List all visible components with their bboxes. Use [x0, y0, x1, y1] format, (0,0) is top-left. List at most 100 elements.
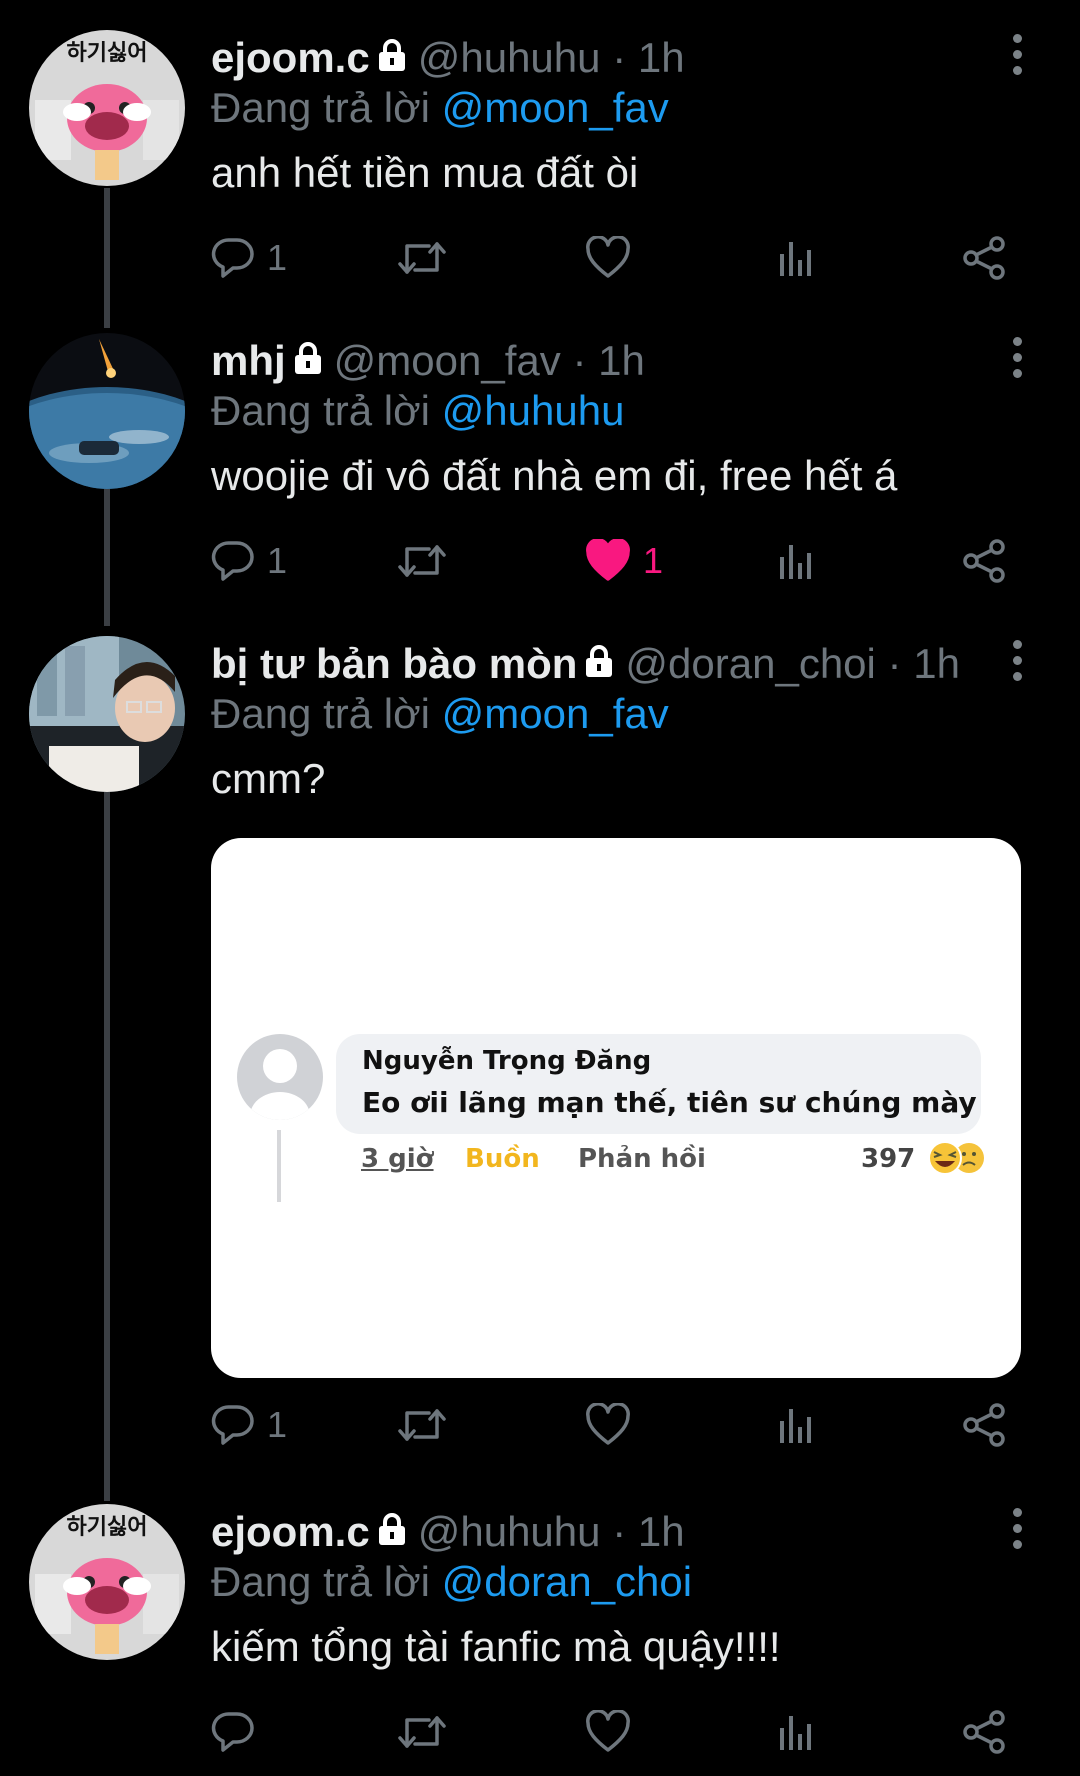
- reply-bubble-icon: [211, 238, 254, 278]
- timestamp[interactable]: 1h: [638, 34, 685, 81]
- retweet-icon: [398, 1409, 446, 1441]
- reply-mention-link[interactable]: @huhuhu: [442, 387, 625, 434]
- analytics-bars-icon: [780, 1409, 811, 1443]
- avatar-image: [29, 333, 185, 489]
- display-name[interactable]: ejoom.c: [211, 34, 370, 81]
- reply-context: Đang trả lời @moon_fav: [211, 686, 669, 742]
- timestamp[interactable]: 1h: [638, 1508, 685, 1555]
- share-button[interactable]: [961, 531, 1009, 591]
- reply-context: Đang trả lời @doran_choi: [211, 1554, 692, 1610]
- retweet-button[interactable]: [397, 531, 447, 591]
- reply-mention-link[interactable]: @doran_choi: [442, 1558, 692, 1605]
- comment-time: 3 giờ: [361, 1144, 434, 1174]
- reply-mention-link[interactable]: @moon_fav: [442, 84, 669, 131]
- like-button[interactable]: [585, 1395, 631, 1455]
- heart-icon: [586, 1710, 630, 1752]
- lock-icon: [376, 30, 408, 86]
- like-button[interactable]: [585, 228, 631, 288]
- timestamp[interactable]: 1h: [913, 640, 960, 687]
- share-icon: [963, 539, 1005, 583]
- avatar-image: 하기싫어: [29, 30, 185, 186]
- reply-bubble-icon: [211, 1712, 254, 1752]
- comment-thread-line: [277, 1130, 281, 1202]
- more-vertical-icon[interactable]: [1007, 34, 1027, 78]
- reply-context: Đang trả lời @huhuhu: [211, 383, 624, 439]
- handle[interactable]: @huhuhu: [418, 34, 601, 81]
- commenter-avatar: [237, 1034, 323, 1120]
- timestamp[interactable]: 1h: [598, 337, 645, 384]
- action-bar: [211, 1702, 1021, 1762]
- more-vertical-icon[interactable]: [1007, 337, 1027, 381]
- more-vertical-icon[interactable]: [1007, 1508, 1027, 1552]
- svg-text:하기싫어: 하기싫어: [67, 1515, 148, 1540]
- handle[interactable]: @moon_fav: [334, 337, 561, 384]
- display-name[interactable]: mhj: [211, 337, 286, 384]
- display-name[interactable]: ejoom.c: [211, 1508, 370, 1555]
- comment-reply-label: Phản hồi: [578, 1144, 706, 1174]
- analytics-button[interactable]: [777, 228, 817, 288]
- share-icon: [963, 236, 1005, 280]
- thread-connector: [104, 188, 110, 328]
- analytics-bars-icon: [780, 545, 811, 579]
- action-bar: 1: [211, 228, 1021, 288]
- separator-dot: ·: [887, 640, 902, 688]
- avatar[interactable]: [29, 636, 185, 792]
- share-icon: [963, 1403, 1005, 1447]
- share-button[interactable]: [961, 1395, 1009, 1455]
- reply-count: 1: [267, 1404, 288, 1445]
- like-button[interactable]: 1: [585, 531, 663, 591]
- share-icon: [963, 1710, 1005, 1754]
- comment-reaction-label: Buồn: [465, 1144, 540, 1174]
- comment-reaction-count: 397: [861, 1144, 916, 1174]
- handle[interactable]: @huhuhu: [418, 1508, 601, 1555]
- reply-prefix: Đang trả lời: [211, 690, 430, 737]
- reply-mention-link[interactable]: @moon_fav: [442, 690, 669, 737]
- lock-icon: [376, 1504, 408, 1560]
- reply-bubble-icon: [211, 541, 254, 581]
- avatar[interactable]: 하기싫어: [29, 1504, 185, 1660]
- tweet-text: kiếm tổng tài fanfic mà quậy!!!!: [211, 1623, 781, 1670]
- lock-icon: [292, 333, 324, 389]
- reaction-emoji-icon: [925, 1140, 989, 1181]
- like-count: 1: [643, 540, 664, 581]
- handle[interactable]: @doran_choi: [625, 640, 875, 687]
- reply-button[interactable]: 1: [211, 531, 287, 591]
- separator-dot: ·: [572, 337, 587, 385]
- like-button[interactable]: [585, 1702, 631, 1762]
- lock-icon: [583, 636, 615, 692]
- retweet-button[interactable]: [397, 1702, 447, 1762]
- reply-prefix: Đang trả lời: [211, 84, 430, 131]
- tweet-media-image[interactable]: Nguyễn Trọng Đăng Eo ơii lãng mạn thế, t…: [211, 838, 1021, 1378]
- separator-dot: ·: [612, 1508, 627, 1556]
- reply-prefix: Đang trả lời: [211, 387, 430, 434]
- separator-dot: ·: [612, 34, 627, 82]
- analytics-button[interactable]: [777, 531, 817, 591]
- reply-button[interactable]: 1: [211, 228, 287, 288]
- share-button[interactable]: [961, 228, 1009, 288]
- share-button[interactable]: [961, 1702, 1009, 1762]
- avatar[interactable]: [29, 333, 185, 489]
- retweet-icon: [398, 242, 446, 274]
- svg-text:하기싫어: 하기싫어: [67, 41, 148, 66]
- tweet-text: anh hết tiền mua đất òi: [211, 149, 639, 196]
- heart-icon: [586, 1403, 630, 1445]
- avatar[interactable]: 하기싫어: [29, 30, 185, 186]
- avatar-image: 하기싫어: [29, 1504, 185, 1660]
- action-bar: 1 1: [211, 531, 1021, 591]
- display-name[interactable]: bị tư bản bào mòn: [211, 640, 577, 687]
- retweet-button[interactable]: [397, 228, 447, 288]
- reply-count: 1: [267, 540, 288, 581]
- more-vertical-icon[interactable]: [1007, 640, 1027, 684]
- analytics-button[interactable]: [777, 1395, 817, 1455]
- retweet-icon: [398, 1716, 446, 1748]
- tweet-text: woojie đi vô đất nhà em đi, free hết á: [211, 452, 898, 499]
- heart-icon: [586, 539, 630, 581]
- analytics-bars-icon: [780, 242, 811, 276]
- retweet-button[interactable]: [397, 1395, 447, 1455]
- thread-connector: [104, 488, 110, 626]
- commenter-name: Nguyễn Trọng Đăng: [362, 1046, 652, 1076]
- analytics-button[interactable]: [777, 1702, 817, 1762]
- comment-text: Eo ơii lãng mạn thế, tiên sư chúng mày: [362, 1086, 977, 1119]
- reply-button[interactable]: [211, 1702, 255, 1762]
- reply-button[interactable]: 1: [211, 1395, 287, 1455]
